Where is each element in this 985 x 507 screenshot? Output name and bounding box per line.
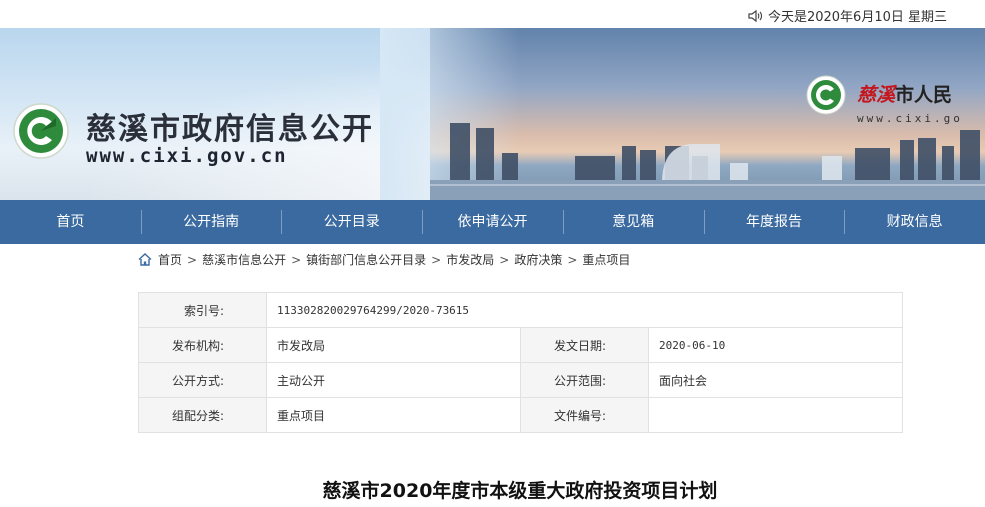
breadcrumb-separator: > bbox=[499, 252, 510, 267]
government-url: www.cixi.go bbox=[857, 112, 963, 125]
government-logo-icon bbox=[806, 75, 846, 115]
table-row: 组配分类: 重点项目 文件编号: bbox=[138, 397, 903, 433]
publisher-label: 发布机构: bbox=[138, 327, 267, 363]
date-display: 今天是2020年6月10日 星期三 bbox=[748, 6, 947, 25]
breadcrumb-development-bureau[interactable]: 市发改局 bbox=[446, 251, 494, 268]
speaker-icon bbox=[748, 9, 763, 22]
nav-item-feedback[interactable]: 意见箱 bbox=[562, 200, 704, 244]
category-value: 重点项目 bbox=[266, 397, 521, 433]
top-bar: 今天是2020年6月10日 星期三 bbox=[0, 0, 985, 28]
index-number-label: 索引号: bbox=[138, 292, 267, 328]
breadcrumb-department-catalog[interactable]: 镇街部门信息公开目录 bbox=[306, 251, 426, 268]
breadcrumb-info-public[interactable]: 慈溪市信息公开 bbox=[202, 251, 286, 268]
nav-item-guide[interactable]: 公开指南 bbox=[140, 200, 282, 244]
nav-item-annual-report[interactable]: 年度报告 bbox=[703, 200, 845, 244]
table-row: 索引号: 113302820029764299/2020-73615 bbox=[138, 292, 903, 328]
document-info-table: 索引号: 113302820029764299/2020-73615 发布机构:… bbox=[138, 292, 903, 433]
breadcrumb-separator: > bbox=[187, 252, 198, 267]
breadcrumb-separator: > bbox=[291, 252, 302, 267]
government-title-red: 慈溪 bbox=[857, 84, 896, 106]
site-logo-icon bbox=[13, 103, 69, 159]
nav-item-catalog[interactable]: 公开目录 bbox=[281, 200, 422, 244]
breadcrumb-separator: > bbox=[431, 252, 442, 267]
disclosure-mode-value: 主动公开 bbox=[266, 362, 521, 398]
disclosure-scope-label: 公开范围: bbox=[520, 362, 649, 398]
index-number-value: 113302820029764299/2020-73615 bbox=[266, 292, 903, 328]
disclosure-mode-label: 公开方式: bbox=[138, 362, 267, 398]
site-url: www.cixi.gov.cn bbox=[86, 145, 288, 167]
breadcrumb-policy[interactable]: 政府决策 bbox=[514, 251, 562, 268]
home-icon bbox=[138, 253, 152, 266]
table-row: 公开方式: 主动公开 公开范围: 面向社会 bbox=[138, 362, 903, 398]
publisher-value: 市发改局 bbox=[266, 327, 521, 363]
breadcrumb-separator: > bbox=[567, 252, 578, 267]
disclosure-scope-value: 面向社会 bbox=[648, 362, 903, 398]
nav-item-request[interactable]: 依申请公开 bbox=[422, 200, 563, 244]
breadcrumb-home[interactable]: 首页 bbox=[158, 251, 182, 268]
document-number-label: 文件编号: bbox=[520, 397, 649, 433]
nav-item-home[interactable]: 首页 bbox=[0, 200, 141, 244]
main-nav: 首页 公开指南 公开目录 依申请公开 意见箱 年度报告 财政信息 bbox=[0, 200, 985, 244]
document-number-value bbox=[648, 397, 903, 433]
nav-item-finance[interactable]: 财政信息 bbox=[844, 200, 985, 244]
issue-date-value: 2020-06-10 bbox=[648, 327, 903, 363]
breadcrumb-key-projects[interactable]: 重点项目 bbox=[582, 251, 630, 268]
breadcrumb: 首页 > 慈溪市信息公开 > 镇街部门信息公开目录 > 市发改局 > 政府决策 … bbox=[138, 251, 630, 268]
site-title: 慈溪市政府信息公开 bbox=[86, 112, 374, 147]
date-text: 今天是2020年6月10日 星期三 bbox=[767, 10, 947, 25]
table-row: 发布机构: 市发改局 发文日期: 2020-06-10 bbox=[138, 327, 903, 363]
category-label: 组配分类: bbox=[138, 397, 267, 433]
site-banner: 慈溪市政府信息公开 www.cixi.gov.cn 慈溪市人民 www.cixi… bbox=[0, 28, 985, 200]
government-title: 慈溪市人民 bbox=[857, 80, 952, 107]
issue-date-label: 发文日期: bbox=[520, 327, 649, 363]
document-title: 慈溪市2020年度市本级重大政府投资项目计划 bbox=[322, 480, 718, 502]
government-title-black: 市人民 bbox=[895, 84, 953, 106]
